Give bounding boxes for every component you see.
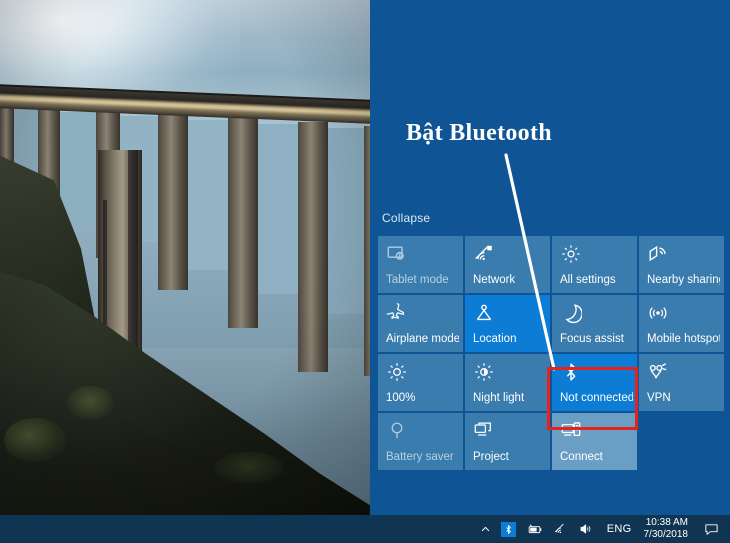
moon-icon [560,302,630,326]
quick-action-tile-location[interactable]: Location [465,295,550,352]
brightness-icon [386,361,456,385]
taskbar: ENG 10:38 AM 7/30/2018 [0,515,730,543]
chevron-up-icon[interactable] [475,515,496,543]
collapse-row[interactable]: Collapse [382,209,430,227]
project-icon [473,420,543,444]
quick-action-tile-airplane-mode[interactable]: Airplane mode [378,295,463,352]
quick-action-tile-nearby-sharing[interactable]: Nearby sharing [639,236,724,293]
battery-icon[interactable] [521,515,548,543]
action-center-panel: Collapse Tablet mode Network All setting… [370,0,730,515]
clock-time: 10:38 AM [645,517,688,528]
quick-action-tile-mobile-hotspot[interactable]: Mobile hotspot [639,295,724,352]
tile-label: Focus assist [560,333,624,345]
language-indicator[interactable]: ENG [599,515,640,543]
tile-label: Connect [560,451,603,463]
quick-actions-grid: Tablet mode Network All settings Nearby … [378,236,730,472]
tile-label: All settings [560,274,616,286]
tile-label: Project [473,451,509,463]
location-pin-icon [473,302,543,326]
quick-action-tile-network[interactable]: Network [465,236,550,293]
tile-label: VPN [647,392,671,404]
tile-label: Battery saver [386,451,454,463]
connect-icon [560,420,630,444]
quick-action-tile-tablet-mode[interactable]: Tablet mode [378,236,463,293]
tile-label: Not connected [560,392,633,404]
wifi-icon[interactable] [548,515,573,543]
night-light-icon [473,361,543,385]
clock-date: 7/30/2018 [643,529,689,540]
clock[interactable]: 10:38 AM 7/30/2018 [640,515,698,543]
network-wifi-icon [473,243,543,267]
quick-action-tile-vpn[interactable]: VPN [639,354,724,411]
quick-action-tile-night-light[interactable]: Night light [465,354,550,411]
quick-action-tile-all-settings[interactable]: All settings [552,236,637,293]
nearby-sharing-icon [647,243,717,267]
tile-label: Location [473,333,517,345]
hotspot-icon [647,302,717,326]
airplane-icon [386,302,456,326]
tile-label: Night light [473,392,525,404]
battery-saver-icon [386,420,456,444]
bluetooth-tray-icon[interactable] [496,515,521,543]
tile-label: 100% [386,392,416,404]
tile-label: Airplane mode [386,333,459,345]
annotation-title: Bật Bluetooth [406,120,552,146]
quick-action-tile-bluetooth[interactable]: Not connected [552,354,637,411]
quick-action-tile-battery-saver[interactable]: Battery saver [378,413,463,470]
quick-action-tile-focus-assist[interactable]: Focus assist [552,295,637,352]
tile-label: Nearby sharing [647,274,720,286]
bluetooth-icon [560,361,630,385]
vpn-icon [647,361,717,385]
desktop-wallpaper [0,0,370,515]
volume-icon[interactable] [573,515,599,543]
tile-label: Network [473,274,516,286]
quick-action-tile-connect[interactable]: Connect [552,413,637,470]
collapse-link[interactable]: Collapse [382,211,430,225]
tile-label: Mobile hotspot [647,333,720,345]
tile-label: Tablet mode [386,274,449,286]
system-tray: ENG 10:38 AM 7/30/2018 [475,515,730,543]
tablet-mode-icon [386,243,456,267]
wallpaper-vignette [0,0,370,515]
desktop-screen: Collapse Tablet mode Network All setting… [0,0,730,543]
action-center-icon[interactable] [697,515,730,543]
quick-action-tile-brightness[interactable]: 100% [378,354,463,411]
quick-action-tile-project[interactable]: Project [465,413,550,470]
gear-icon [560,243,630,267]
